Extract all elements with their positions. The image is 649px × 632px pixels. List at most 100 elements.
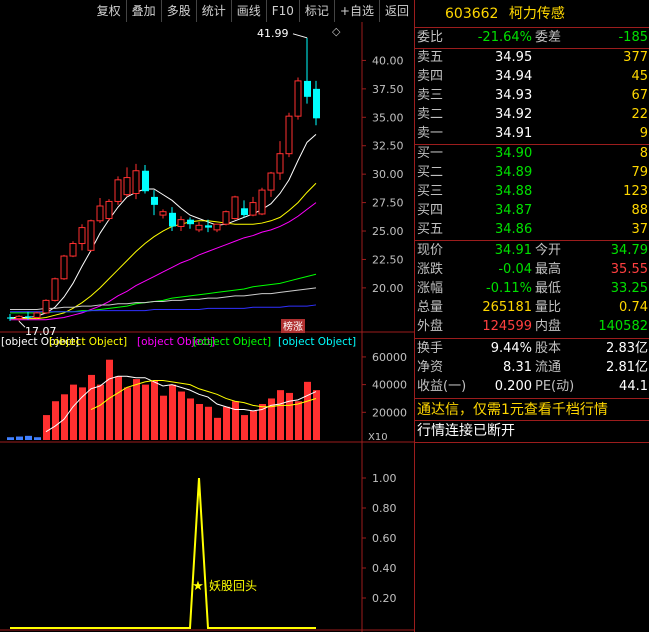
volume-bar [43,415,50,440]
bid-level-label: 买二 [417,165,444,180]
bid-volume: 8 [639,146,648,161]
ask-level-row[interactable]: 卖二 34.92 22 [415,106,649,124]
stat-row: 外盘 124599 内盘 140582 [415,318,649,336]
candle-body [69,243,77,257]
stat-label: 最高 [535,262,562,277]
volume-bar [169,384,176,440]
candle-body [187,219,194,225]
ask-price: 34.93 [495,88,533,103]
candle-body [241,208,248,216]
volume-bar [115,376,122,440]
y-tick-label: 25.00 [372,225,404,238]
finance-row: 收益(一) 0.200 PE(动) 44.1 [415,378,649,396]
f10-button[interactable]: F10 [265,0,299,22]
volume-bar [7,437,14,440]
ask-level-row[interactable]: 卖三 34.93 67 [415,87,649,105]
divider [415,442,649,443]
volume-legend-item: [object Object] [49,336,127,348]
bid-level-row[interactable]: 买二 34.89 79 [415,164,649,182]
volume-bar [223,406,230,440]
candle-body [142,170,149,192]
y-tick-label: 0.80 [372,502,397,515]
stat-label: 外盘 [417,319,444,334]
bid-volume: 88 [631,203,648,218]
ask-level-row[interactable]: 卖五 34.95 377 [415,49,649,67]
bid-level-row[interactable]: 买五 34.86 37 [415,221,649,239]
candle-body [15,315,23,320]
divider [415,240,649,241]
weibi-value: -21.64% [477,30,532,45]
y-tick-label: 30.00 [372,168,404,181]
finance-value: 44.1 [619,379,648,394]
candle-body [304,80,311,97]
bid-level-label: 买五 [417,222,444,237]
ask-volume: 45 [631,69,648,84]
volume-bar [151,380,158,440]
finance-value: 9.44% [490,341,532,356]
candle-body [258,189,266,215]
volume-bar [187,398,194,440]
ask-level-row[interactable]: 卖四 34.94 45 [415,68,649,86]
volume-bar [142,384,149,440]
back-button[interactable]: 返回 [378,0,414,22]
finance-label: 净资 [417,360,444,375]
finance-label: 股本 [535,341,562,356]
stat-row: 涨幅 -0.11% 最低 33.25 [415,280,649,298]
chart-toolbar: 复权 叠加 多股 统计 画线 F10 标记 +自选 返回 [0,0,414,22]
draw-line-button[interactable]: 画线 [230,0,266,22]
stat-value: 34.91 [494,243,532,258]
candle-body [151,196,158,205]
quote-panel: 603662 柯力传感 委比 -21.64% 委差 -185 卖五 34.95 … [414,0,649,632]
finance-label: 换手 [417,341,444,356]
volume-bar [241,415,248,440]
candle-body [222,211,230,225]
ask-price: 34.92 [495,107,533,122]
candle-body [159,211,167,216]
ask-level-row[interactable]: 卖一 34.91 9 [415,125,649,143]
stock-title: 603662 柯力传感 [415,0,649,28]
candle-body [87,220,95,251]
bid-level-label: 买四 [417,203,444,218]
bid-level-row[interactable]: 买三 34.88 123 [415,183,649,201]
volume-bar [205,406,212,440]
candle-body [123,177,131,196]
y-tick-label: 0.40 [372,562,397,575]
statistics-button[interactable]: 统计 [195,0,231,22]
stat-row: 现价 34.91 今开 34.79 [415,242,649,260]
stat-label: 现价 [417,243,444,258]
stat-value: 33.25 [610,281,648,296]
ask-price: 34.95 [495,50,533,65]
ask-level-label: 卖一 [417,126,444,141]
fuquan-button[interactable]: 复权 [92,0,126,22]
finance-value: 2.81亿 [606,360,648,375]
volume-bar [250,410,257,440]
mark-button[interactable]: 标记 [298,0,334,22]
candle-body [105,200,113,220]
multi-stock-button[interactable]: 多股 [160,0,196,22]
chart-area[interactable]: 40.00 37.50 35.00 32.50 30.00 27.50 25.00 22.50… [0,22,414,632]
level2-promo-link[interactable]: 通达信，仅需1元查看千档行情 [417,399,649,421]
volume-bar [70,384,77,440]
ask-level-label: 卖四 [417,69,444,84]
bid-level-row[interactable]: 买四 34.87 88 [415,202,649,220]
bid-price: 34.89 [495,165,533,180]
weicha-label: 委差 [535,30,562,45]
bid-volume: 37 [631,222,648,237]
volume-legend-item: [object Object] [278,336,356,348]
finance-value: 0.200 [494,379,532,394]
bid-level-row[interactable]: 买一 34.90 8 [415,145,649,163]
bid-volume: 123 [623,184,648,199]
y-tick-label: 37.50 [372,83,404,96]
add-watchlist-button[interactable]: +自选 [333,0,379,22]
candle-body [78,227,86,245]
bid-volume: 79 [631,165,648,180]
stat-label: 今开 [535,243,562,258]
finance-label: 流通 [535,360,562,375]
volume-bar [16,436,23,440]
candle-body [114,179,122,202]
bid-price: 34.90 [495,146,533,161]
ask-price: 34.94 [495,69,533,84]
signal-annotation: 妖股回头 [209,579,257,593]
volume-bar [25,435,32,440]
overlay-button[interactable]: 叠加 [125,0,161,22]
